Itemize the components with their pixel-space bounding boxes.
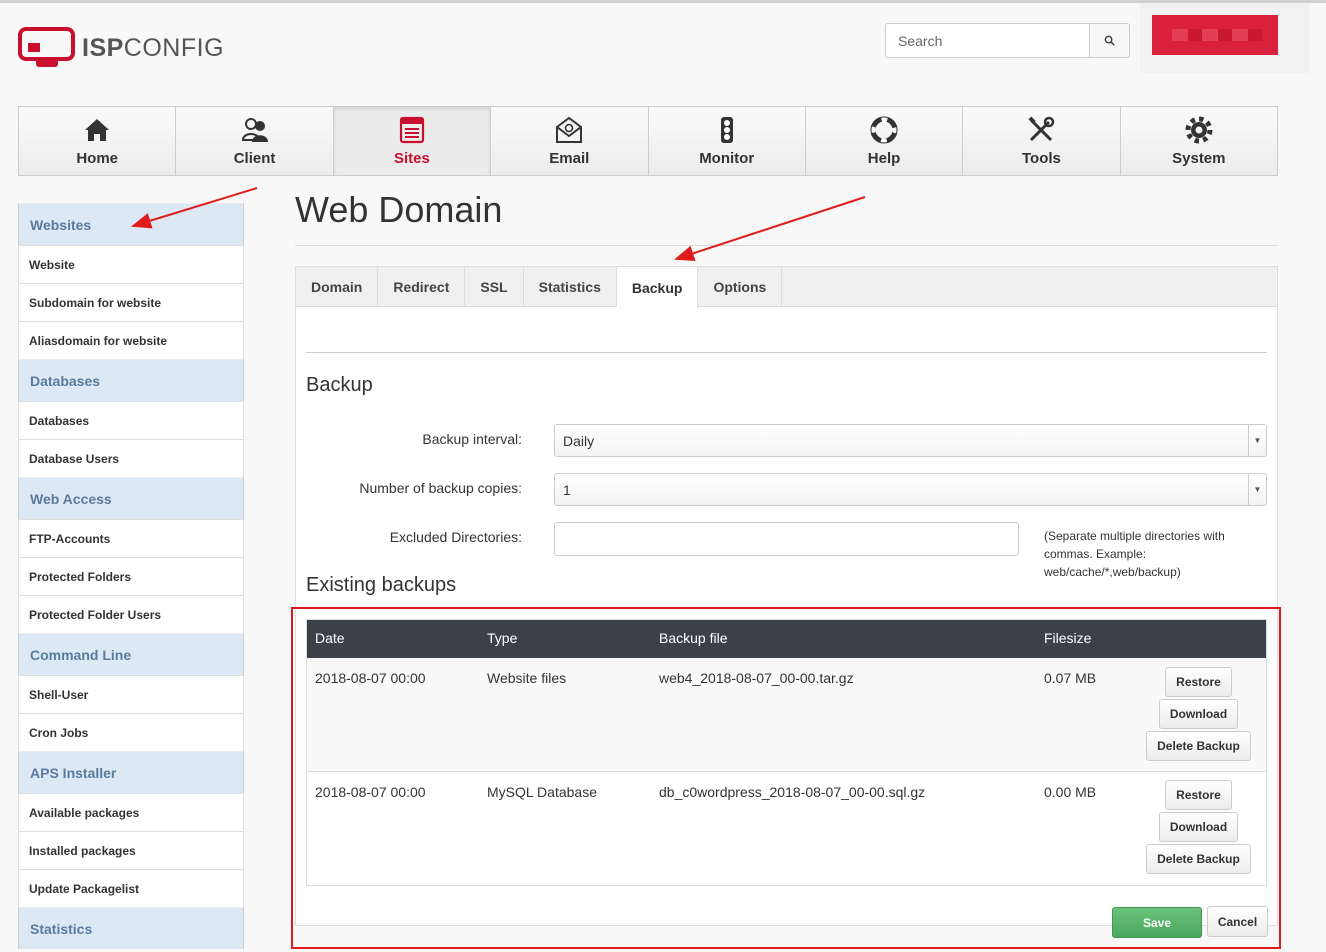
arrow-to-backup-tab — [674, 196, 866, 261]
users-icon — [241, 117, 268, 142]
column-filesize: Filesize — [1044, 630, 1092, 646]
tab-bar: Domain Redirect SSL Statistics Backup Op… — [296, 267, 1277, 308]
sidebar-section-websites: Websites — [18, 203, 244, 245]
ispconfig-logo[interactable]: ISPCONFIG — [18, 27, 238, 71]
download-button[interactable]: Download — [1159, 699, 1238, 729]
backup-interval-select[interactable]: Daily ▼ — [554, 424, 1267, 457]
sidebar-item-cron-jobs[interactable]: Cron Jobs — [18, 713, 244, 751]
tab-ssl[interactable]: SSL — [465, 267, 524, 307]
save-button[interactable]: Save — [1112, 907, 1202, 938]
nav-monitor[interactable]: Monitor — [648, 107, 806, 175]
restore-button[interactable]: Restore — [1165, 780, 1232, 810]
sidebar-item-installed-packages[interactable]: Installed packages — [18, 831, 244, 869]
delete-backup-button[interactable]: Delete Backup — [1146, 844, 1251, 874]
lifebuoy-icon — [870, 116, 898, 143]
sidebar-item-aliasdomain[interactable]: Aliasdomain for website — [18, 321, 244, 359]
sidebar-section-web-access: Web Access — [18, 477, 244, 519]
redacted-user-avatar — [1152, 15, 1278, 55]
table-row: 2018-08-07 00:00 MySQL Database db_c0wor… — [307, 772, 1266, 885]
nav-email[interactable]: Email — [491, 107, 649, 175]
sidebar-item-update-packagelist[interactable]: Update Packagelist — [18, 869, 244, 907]
sidebar-section-aps-installer: APS Installer — [18, 751, 244, 793]
tab-redirect[interactable]: Redirect — [378, 267, 466, 307]
table-header: Date Type Backup file Filesize — [307, 620, 1266, 658]
backup-section-title: Backup — [306, 374, 373, 396]
sidebar-item-databases[interactable]: Databases — [18, 401, 244, 439]
chevron-down-icon: ▼ — [1248, 425, 1266, 456]
column-type: Type — [487, 630, 518, 646]
nav-sites[interactable]: Sites — [333, 107, 492, 175]
column-backup-file: Backup file — [659, 630, 728, 646]
backup-copies-label: Number of backup copies: — [359, 480, 522, 496]
column-date: Date — [315, 630, 345, 646]
envelope-icon — [556, 116, 583, 143]
restore-button[interactable]: Restore — [1165, 667, 1232, 697]
nav-tools[interactable]: Tools — [963, 107, 1121, 175]
chevron-down-icon: ▼ — [1248, 474, 1266, 505]
cancel-button[interactable]: Cancel — [1207, 906, 1268, 937]
sidebar-item-website[interactable]: Website — [18, 245, 244, 283]
logo-text: ISPCONFIG — [82, 34, 225, 62]
user-menu[interactable] — [1140, 3, 1310, 73]
tools-icon — [1028, 115, 1055, 141]
sidebar-section-databases: Databases — [18, 359, 244, 401]
tab-backup[interactable]: Backup — [616, 267, 699, 308]
existing-backups-title: Existing backups — [306, 574, 457, 596]
delete-backup-button[interactable]: Delete Backup — [1146, 731, 1251, 761]
home-icon — [85, 118, 110, 141]
main-navigation: Home Client Sites Email Monitor Help Too… — [18, 106, 1278, 176]
gear-icon — [1185, 116, 1213, 143]
search-icon — [1104, 35, 1115, 46]
sidebar-item-database-users[interactable]: Database Users — [18, 439, 244, 477]
backups-table: Date Type Backup file Filesize 2018-08-0… — [306, 619, 1267, 886]
sidebar-item-protected-folders[interactable]: Protected Folders — [18, 557, 244, 595]
web-domain-panel: Domain Redirect SSL Statistics Backup Op… — [295, 266, 1278, 938]
nav-help[interactable]: Help — [805, 107, 964, 175]
sidebar-item-protected-folder-users[interactable]: Protected Folder Users — [18, 595, 244, 633]
search-box — [885, 23, 1130, 58]
backup-interval-label: Backup interval: — [422, 431, 522, 447]
nav-system[interactable]: System — [1120, 107, 1277, 175]
excluded-directories-label: Excluded Directories: — [389, 529, 522, 545]
page-title: Web Domain — [295, 189, 503, 230]
backup-copies-select[interactable]: 1 ▼ — [554, 473, 1267, 506]
logo-mark-icon — [18, 27, 75, 67]
tab-domain[interactable]: Domain — [296, 267, 379, 307]
tab-options[interactable]: Options — [698, 267, 783, 307]
traffic-light-icon — [720, 116, 733, 143]
tab-statistics[interactable]: Statistics — [524, 267, 617, 307]
sidebar-item-available-packages[interactable]: Available packages — [18, 793, 244, 831]
sites-icon — [399, 116, 425, 143]
excluded-directories-hint: (Separate multiple directories with comm… — [1044, 529, 1225, 579]
sidebar-item-shell-user[interactable]: Shell-User — [18, 675, 244, 713]
section-divider — [306, 352, 1267, 353]
download-button[interactable]: Download — [1159, 812, 1238, 842]
nav-client[interactable]: Client — [176, 107, 334, 175]
sidebar-section-command-line: Command Line — [18, 633, 244, 675]
sidebar-item-ftp-accounts[interactable]: FTP-Accounts — [18, 519, 244, 557]
title-divider — [295, 245, 1278, 246]
search-button[interactable] — [1089, 23, 1130, 58]
table-row: 2018-08-07 00:00 Website files web4_2018… — [307, 658, 1266, 772]
search-input[interactable] — [885, 23, 1089, 58]
sidebar: Websites Website Subdomain for website A… — [18, 203, 244, 949]
sidebar-section-statistics: Statistics — [18, 907, 244, 949]
excluded-directories-input[interactable] — [554, 522, 1019, 556]
sidebar-item-subdomain[interactable]: Subdomain for website — [18, 283, 244, 321]
nav-home[interactable]: Home — [19, 107, 177, 175]
